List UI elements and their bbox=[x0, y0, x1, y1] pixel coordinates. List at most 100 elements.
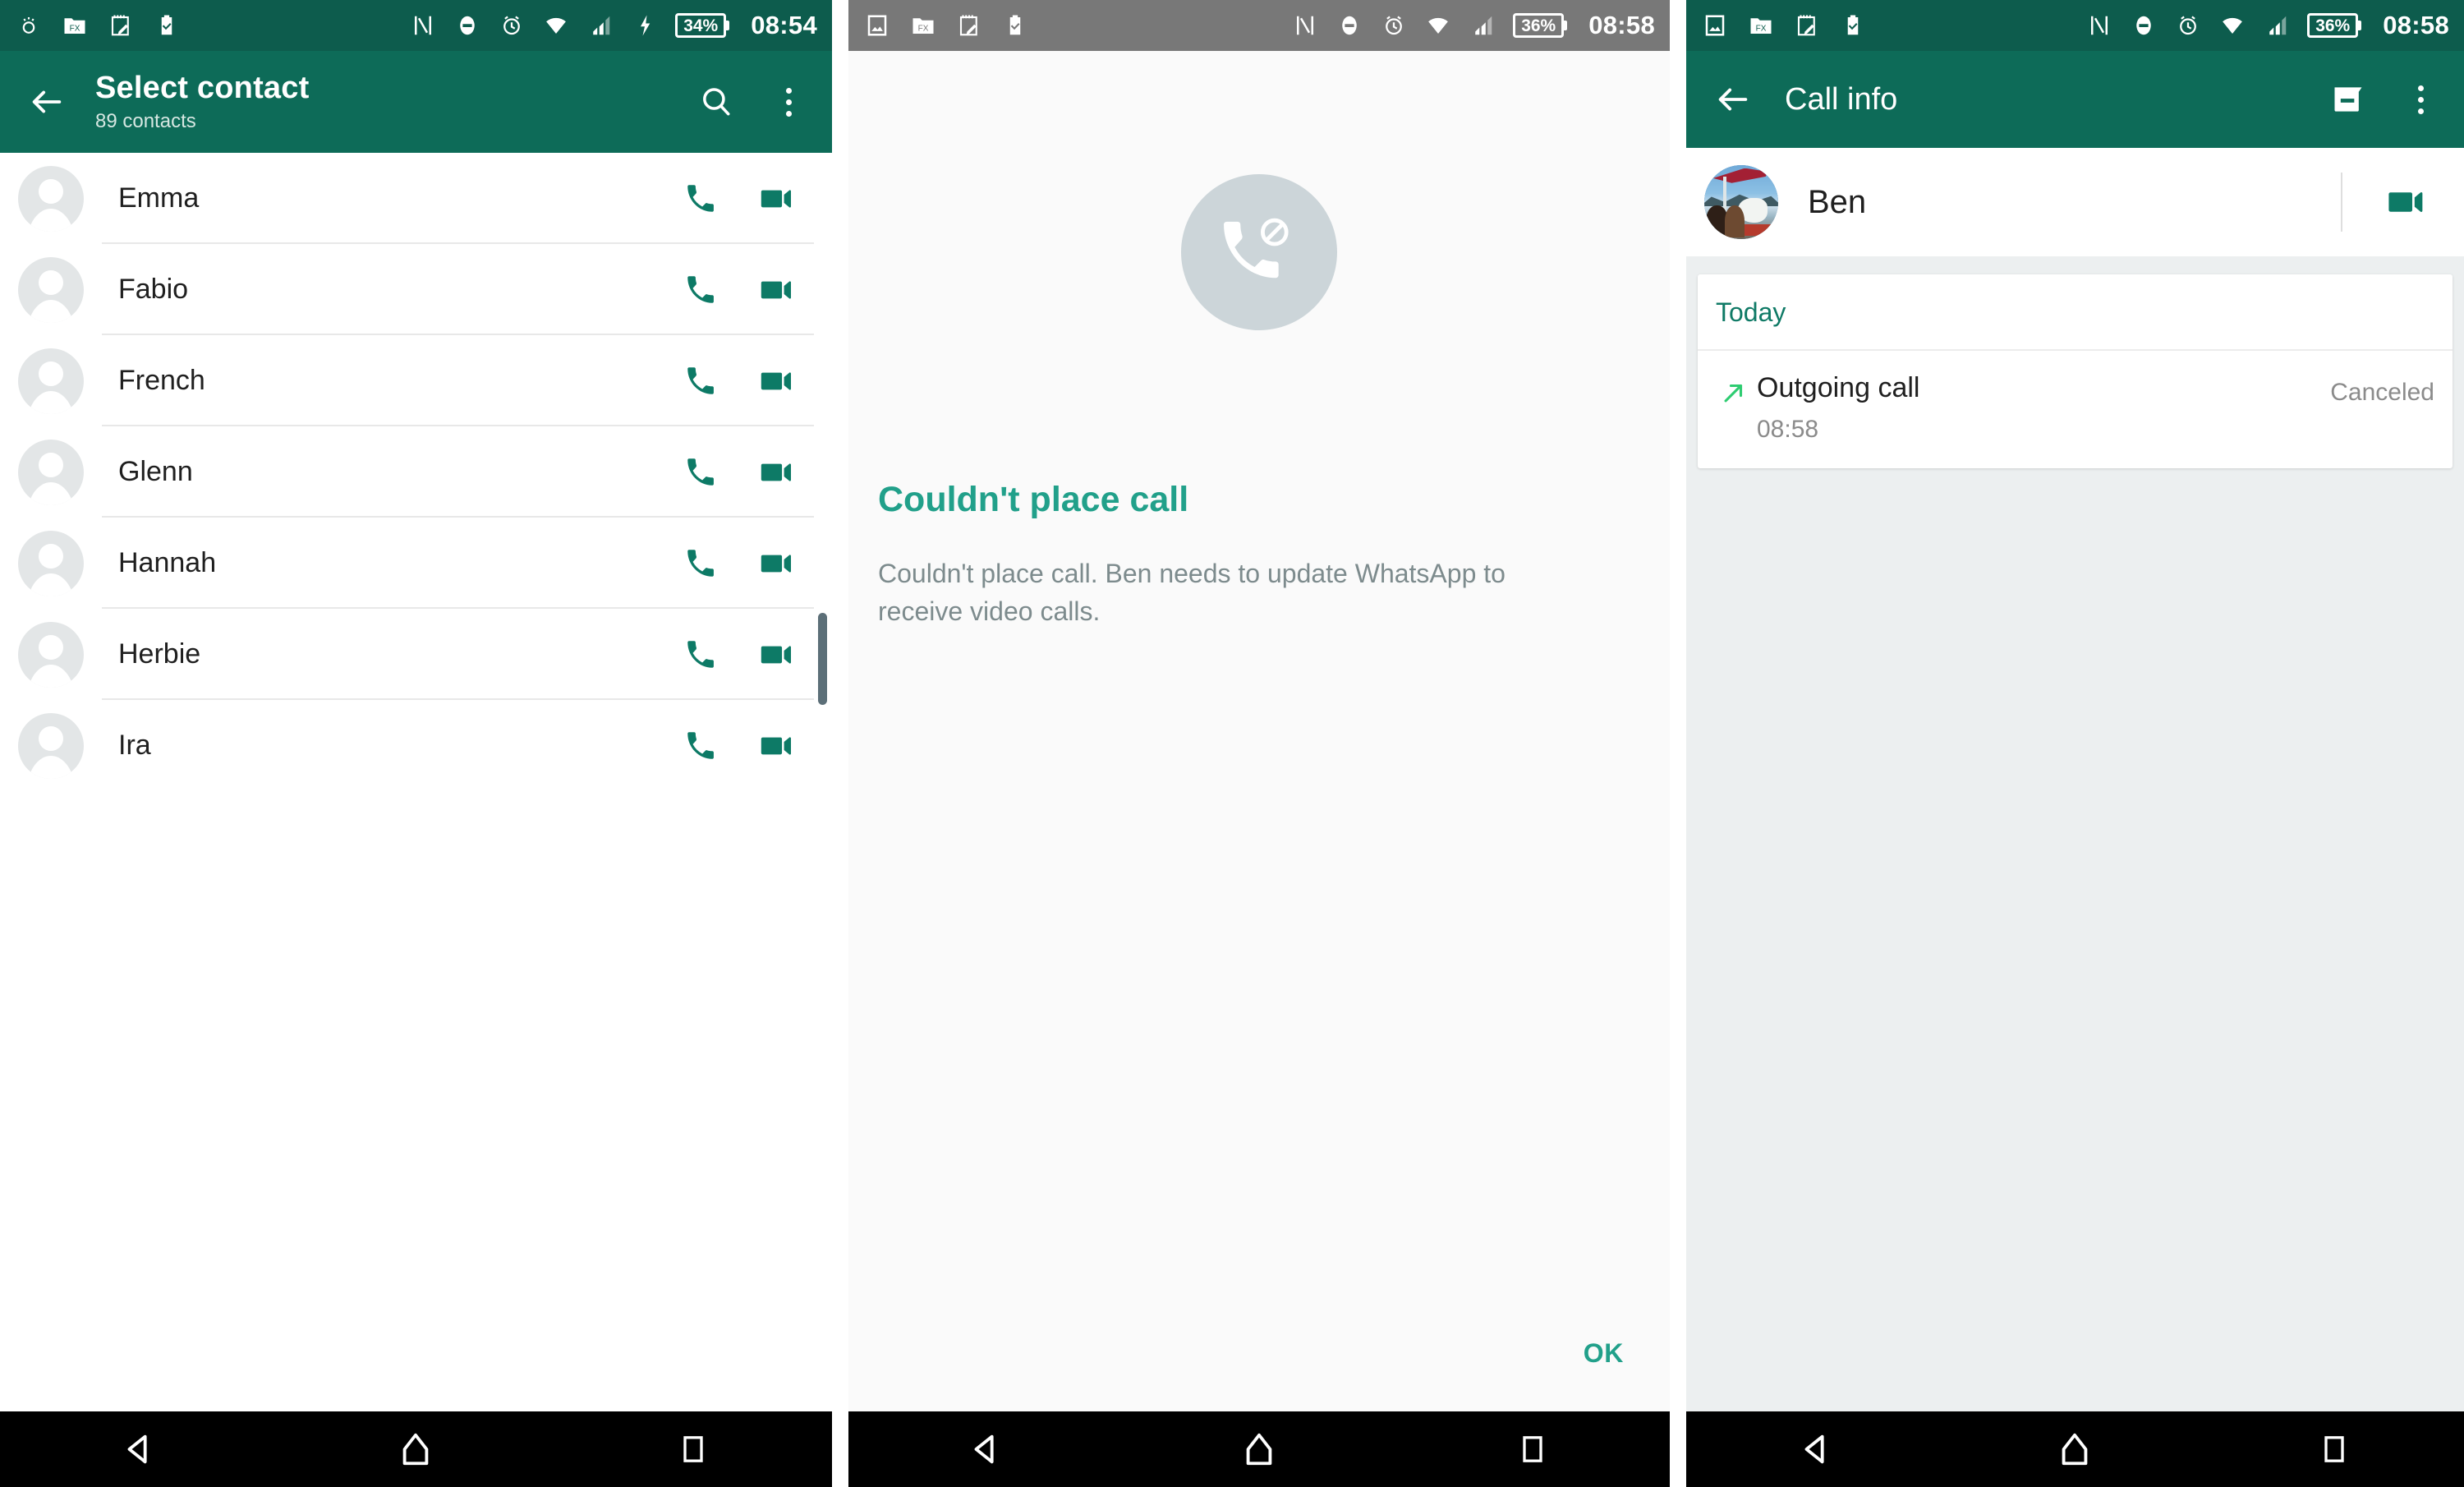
video-call-icon[interactable] bbox=[738, 545, 814, 582]
status-bar-2: FX 36% 08:58 bbox=[848, 0, 1670, 51]
clock-time-1: 08:54 bbox=[751, 11, 817, 39]
voice-call-icon[interactable] bbox=[663, 729, 738, 763]
file-manager-icon: FX bbox=[909, 12, 937, 39]
back-arrow-icon[interactable] bbox=[1708, 74, 1758, 125]
alarm-icon bbox=[1380, 12, 1408, 39]
video-call-icon[interactable] bbox=[738, 271, 814, 309]
alarm-icon bbox=[2174, 12, 2202, 39]
alarm-icon bbox=[498, 12, 526, 39]
avatar bbox=[18, 530, 84, 596]
cellular-signal-icon bbox=[2263, 12, 2291, 39]
status-bar-1: FX 34% 08:54 bbox=[0, 0, 832, 51]
nav-recents-icon[interactable] bbox=[1483, 1411, 1582, 1487]
app-bar-actions bbox=[2326, 77, 2443, 122]
do-not-disturb-icon bbox=[2130, 12, 2158, 39]
contacts-count: 89 contacts bbox=[95, 109, 196, 132]
notes-icon bbox=[107, 12, 135, 39]
call-error-dialog: Couldn't place call Couldn't place call.… bbox=[848, 51, 1670, 1411]
voice-call-icon[interactable] bbox=[663, 455, 738, 490]
voice-call-icon[interactable] bbox=[663, 638, 738, 672]
contact-name: Hannah bbox=[118, 547, 217, 578]
wifi-icon bbox=[542, 12, 570, 39]
file-manager-icon: FX bbox=[61, 12, 89, 39]
ok-button[interactable]: OK bbox=[1584, 1338, 1624, 1369]
clipboard-check-icon bbox=[153, 12, 181, 39]
list-item[interactable]: Hannah bbox=[0, 518, 832, 609]
status-bar-left-icons-2: FX bbox=[863, 12, 1029, 39]
nav-back-icon[interactable] bbox=[1767, 1411, 1865, 1487]
video-call-icon[interactable] bbox=[2379, 175, 2433, 229]
avatar bbox=[18, 348, 84, 414]
list-item[interactable]: Ira bbox=[0, 700, 832, 791]
avatar bbox=[18, 256, 84, 323]
svg-text:FX: FX bbox=[1756, 24, 1767, 33]
nav-recents-icon[interactable] bbox=[2285, 1411, 2384, 1487]
screen-couldnt-place-call: FX 36% 08:58 Couldn't place call Couldn'… bbox=[848, 0, 1670, 1487]
overflow-menu-icon[interactable] bbox=[766, 80, 811, 124]
list-item[interactable]: Emma bbox=[0, 153, 832, 244]
status-bar-right-icons-3: 36% 08:58 bbox=[2085, 11, 2449, 40]
video-call-icon[interactable] bbox=[738, 636, 814, 674]
nfc-icon bbox=[1291, 12, 1319, 39]
contact-name: Ben bbox=[1808, 183, 1867, 220]
voice-call-icon[interactable] bbox=[663, 364, 738, 398]
nav-back-icon[interactable] bbox=[90, 1411, 188, 1487]
nav-home-icon[interactable] bbox=[2025, 1411, 2124, 1487]
video-call-icon[interactable] bbox=[738, 453, 814, 491]
nfc-icon bbox=[2085, 12, 2113, 39]
list-item[interactable]: Fabio bbox=[0, 244, 832, 335]
contact-header[interactable]: Ben bbox=[1686, 148, 2464, 256]
overflow-menu-icon[interactable] bbox=[2398, 77, 2443, 122]
cellular-signal-icon bbox=[1469, 12, 1496, 39]
dialog-actions: OK bbox=[848, 1338, 1670, 1411]
do-not-disturb-icon bbox=[453, 12, 481, 39]
screen-select-contact: FX 34% 08:54 Select contact 89 contacts … bbox=[0, 0, 832, 1487]
svg-text:FX: FX bbox=[70, 24, 80, 33]
video-call-icon[interactable] bbox=[738, 180, 814, 218]
charging-bolt-icon bbox=[631, 12, 659, 39]
list-item[interactable]: Glenn bbox=[0, 426, 832, 518]
video-call-icon[interactable] bbox=[738, 727, 814, 765]
contact-list[interactable]: Emma Fabio French Glenn Hannah Herbie Ir… bbox=[0, 153, 832, 1411]
nav-home-icon[interactable] bbox=[366, 1411, 465, 1487]
list-item[interactable]: Herbie bbox=[0, 609, 832, 700]
message-icon[interactable] bbox=[2326, 77, 2370, 122]
status-bar-right-icons-1: 34% 08:54 bbox=[409, 11, 817, 40]
back-arrow-icon[interactable] bbox=[21, 76, 72, 127]
call-info-body: Ben Today Outgoing call 08:58 Canceled bbox=[1686, 148, 2464, 1411]
search-icon[interactable] bbox=[694, 80, 738, 124]
do-not-disturb-icon bbox=[1335, 12, 1363, 39]
three-screenshot-strip: FX 34% 08:54 Select contact 89 contacts … bbox=[0, 0, 2464, 1487]
list-scrollbar-thumb[interactable] bbox=[818, 613, 827, 705]
file-manager-icon: FX bbox=[1747, 12, 1775, 39]
nav-home-icon[interactable] bbox=[1210, 1411, 1308, 1487]
dialog-icon-wrap bbox=[848, 174, 1670, 330]
contact-name: Herbie bbox=[118, 638, 201, 670]
contact-name: Emma bbox=[118, 182, 200, 214]
video-call-icon[interactable] bbox=[738, 362, 814, 400]
nav-back-icon[interactable] bbox=[936, 1411, 1035, 1487]
svg-text:FX: FX bbox=[918, 24, 929, 33]
contact-name: Glenn bbox=[118, 456, 193, 487]
action-divider bbox=[2341, 173, 2342, 232]
clipboard-check-icon bbox=[1839, 12, 1867, 39]
call-blocked-icon bbox=[1181, 174, 1337, 330]
nfc-icon bbox=[409, 12, 437, 39]
voice-call-icon[interactable] bbox=[663, 273, 738, 307]
android-nav-bar-3 bbox=[1686, 1411, 2464, 1487]
voice-call-icon[interactable] bbox=[663, 182, 738, 216]
avatar bbox=[18, 439, 84, 505]
call-history-card: Today Outgoing call 08:58 Canceled bbox=[1698, 274, 2453, 468]
clock-time-3: 08:58 bbox=[2383, 11, 2449, 39]
voice-call-icon[interactable] bbox=[663, 546, 738, 581]
battery-indicator-1: 34% bbox=[675, 13, 730, 38]
contact-name: Ira bbox=[118, 730, 151, 761]
notes-icon bbox=[1793, 12, 1821, 39]
dialog-body-text: Couldn't place call. Ben needs to update… bbox=[878, 559, 1506, 627]
battery-indicator-2: 36% bbox=[1513, 13, 1568, 38]
avatar[interactable] bbox=[1704, 165, 1778, 239]
list-item[interactable]: French bbox=[0, 335, 832, 426]
app-bar-titles: Select contact 89 contacts bbox=[95, 71, 309, 133]
call-history-row[interactable]: Outgoing call 08:58 Canceled bbox=[1698, 351, 2453, 468]
nav-recents-icon[interactable] bbox=[644, 1411, 742, 1487]
